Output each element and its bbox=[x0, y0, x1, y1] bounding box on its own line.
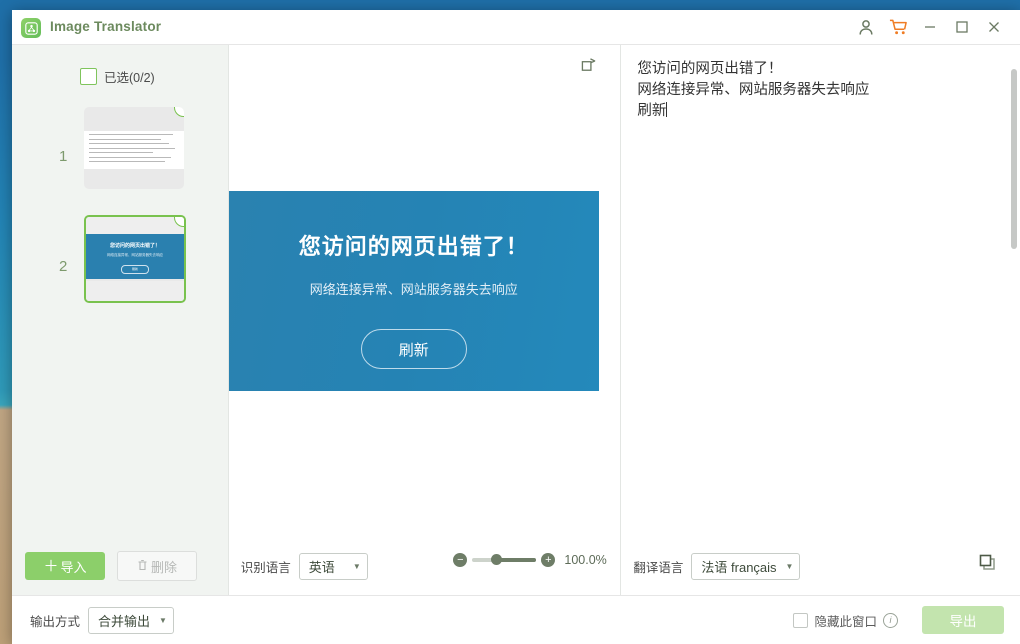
plus-circle-icon[interactable]: + bbox=[541, 553, 556, 567]
thumbnail-sidebar: 已选(0/2) 1 2 您访问的网页出错了！ 网络连接异常、网站服务器失去响应 … bbox=[12, 45, 229, 595]
status-bar-actions: 隐藏此窗口 i 导出 bbox=[793, 596, 1004, 644]
hide-window-checkbox[interactable] bbox=[793, 612, 809, 628]
application-window: Image Translator 已选(0/2) 1 2 您访问的网页出错了！ … bbox=[12, 10, 1020, 644]
translation-language-select[interactable]: 法语 français ▼ bbox=[691, 552, 801, 580]
translation-scrollbar[interactable] bbox=[1011, 69, 1017, 249]
trash-icon bbox=[137, 559, 148, 574]
zoom-control: − + 100.0% bbox=[453, 553, 608, 567]
zoom-slider[interactable] bbox=[472, 554, 537, 565]
select-all-label: 已选(0/2) bbox=[104, 71, 155, 85]
list-item[interactable]: 2 您访问的网页出错了！ 网络连接异常、网站服务器失去响应 刷新 bbox=[12, 214, 228, 319]
thumbnail-index: 2 bbox=[59, 258, 68, 275]
preview-footer: 识别语言 英语 ▼ − + 100.0% bbox=[229, 537, 621, 595]
hide-window-label: 隐藏此窗口 bbox=[814, 614, 877, 629]
user-account-icon[interactable] bbox=[850, 10, 882, 44]
select-all-checkbox[interactable] bbox=[80, 68, 97, 85]
zoom-value: 100.0% bbox=[564, 553, 607, 567]
rotate-crop-icon[interactable] bbox=[581, 57, 598, 79]
preview-image-subtitle: 网络连接异常、网站服务器失去响应 bbox=[309, 282, 518, 297]
chevron-down-icon: ▼ bbox=[159, 615, 167, 625]
minus-circle-icon[interactable]: − bbox=[453, 553, 468, 567]
main-content: 已选(0/2) 1 2 您访问的网页出错了！ 网络连接异常、网站服务器失去响应 … bbox=[12, 45, 1020, 595]
thumbnail-image-1[interactable] bbox=[84, 107, 184, 189]
app-title: Image Translator bbox=[50, 19, 162, 34]
export-button-label: 导出 bbox=[949, 614, 977, 629]
close-icon[interactable] bbox=[978, 10, 1010, 44]
output-mode-select[interactable]: 合并输出 ▼ bbox=[88, 606, 174, 634]
title-bar: Image Translator bbox=[12, 10, 1020, 45]
status-bar: 输出方式 合并输出 ▼ 隐藏此窗口 i 导出 bbox=[12, 595, 1020, 644]
hide-window-row[interactable]: 隐藏此窗口 i bbox=[793, 611, 898, 630]
thumbnail-error-button: 刷新 bbox=[121, 265, 149, 274]
thumbnail-list: 1 2 您访问的网页出错了！ 网络连接异常、网站服务器失去响应 刷新 bbox=[12, 86, 228, 537]
preview-toolbar bbox=[229, 45, 621, 83]
thumbnail-error-bottom bbox=[86, 281, 184, 301]
recognition-language-select[interactable]: 英语 ▼ bbox=[298, 552, 368, 580]
thumbnail-image-2[interactable]: 您访问的网页出错了！ 网络连接异常、网站服务器失去响应 刷新 bbox=[84, 215, 186, 303]
translation-panel: 您访问的网页出错了！ 网络连接异常、网站服务器失去响应 刷新 翻译语言 法语 f… bbox=[621, 45, 1020, 595]
recognition-language-value: 英语 bbox=[308, 559, 335, 575]
chevron-down-icon: ▼ bbox=[352, 561, 361, 571]
preview-image-refresh-button: 刷新 bbox=[360, 329, 467, 369]
import-button-label: 导入 bbox=[60, 559, 87, 575]
recognition-language-label: 识别语言 bbox=[240, 560, 291, 575]
translation-textarea[interactable]: 您访问的网页出错了！ 网络连接异常、网站服务器失去响应 刷新 bbox=[621, 45, 1020, 537]
import-button[interactable]: ＋ 导入 bbox=[25, 552, 105, 580]
thumbnail-error-banner: 您访问的网页出错了！ 网络连接异常、网站服务器失去响应 刷新 bbox=[86, 234, 184, 279]
thumbnail-document-preview bbox=[84, 131, 184, 169]
plus-icon: ＋ bbox=[43, 557, 59, 575]
window-controls bbox=[850, 10, 1010, 44]
list-item[interactable]: 1 bbox=[12, 104, 228, 209]
chevron-down-icon: ▼ bbox=[785, 561, 794, 571]
translation-footer: 翻译语言 法语 français ▼ bbox=[621, 537, 1020, 595]
thumbnail-index: 1 bbox=[59, 148, 68, 165]
info-icon[interactable]: i bbox=[883, 612, 898, 628]
preview-image[interactable]: 您访问的网页出错了！ 网络连接异常、网站服务器失去响应 刷新 bbox=[228, 191, 599, 391]
export-button[interactable]: 导出 bbox=[922, 606, 1004, 634]
select-all-row: 已选(0/2) bbox=[80, 67, 228, 86]
copy-icon[interactable] bbox=[979, 554, 997, 577]
maximize-icon[interactable] bbox=[946, 10, 978, 44]
image-translator-logo bbox=[21, 18, 41, 38]
zoom-slider-handle[interactable] bbox=[491, 554, 503, 565]
output-mode-label: 输出方式 bbox=[30, 614, 81, 629]
delete-button-label: 删除 bbox=[150, 559, 177, 575]
shopping-cart-icon[interactable] bbox=[882, 10, 914, 44]
translation-language-value: 法语 français bbox=[701, 559, 777, 575]
image-preview-panel: 您访问的网页出错了！ 网络连接异常、网站服务器失去响应 刷新 识别语言 英语 ▼… bbox=[228, 45, 622, 595]
sidebar-actions: ＋ 导入 删除 bbox=[12, 537, 228, 595]
thumbnail-error-subtitle: 网络连接异常、网站服务器失去响应 bbox=[107, 253, 163, 257]
delete-button[interactable]: 删除 bbox=[117, 551, 197, 581]
translation-text: 您访问的网页出错了！ 网络连接异常、网站服务器失去响应 刷新 bbox=[637, 61, 870, 119]
thumbnail-error-title: 您访问的网页出错了！ bbox=[109, 243, 160, 249]
preview-image-title: 您访问的网页出错了！ bbox=[298, 234, 529, 259]
text-cursor bbox=[666, 102, 668, 117]
translation-language-label: 翻译语言 bbox=[633, 560, 684, 575]
thumbnail-select-dot-1[interactable] bbox=[174, 107, 184, 117]
output-mode-value: 合并输出 bbox=[98, 613, 151, 629]
thumbnail-error-top bbox=[86, 217, 184, 234]
preview-stage[interactable]: 您访问的网页出错了！ 网络连接异常、网站服务器失去响应 刷新 bbox=[228, 83, 621, 537]
minimize-icon[interactable] bbox=[914, 10, 946, 44]
desktop-background: Image Translator 已选(0/2) 1 2 您访问的网页出错了！ … bbox=[0, 0, 1020, 644]
